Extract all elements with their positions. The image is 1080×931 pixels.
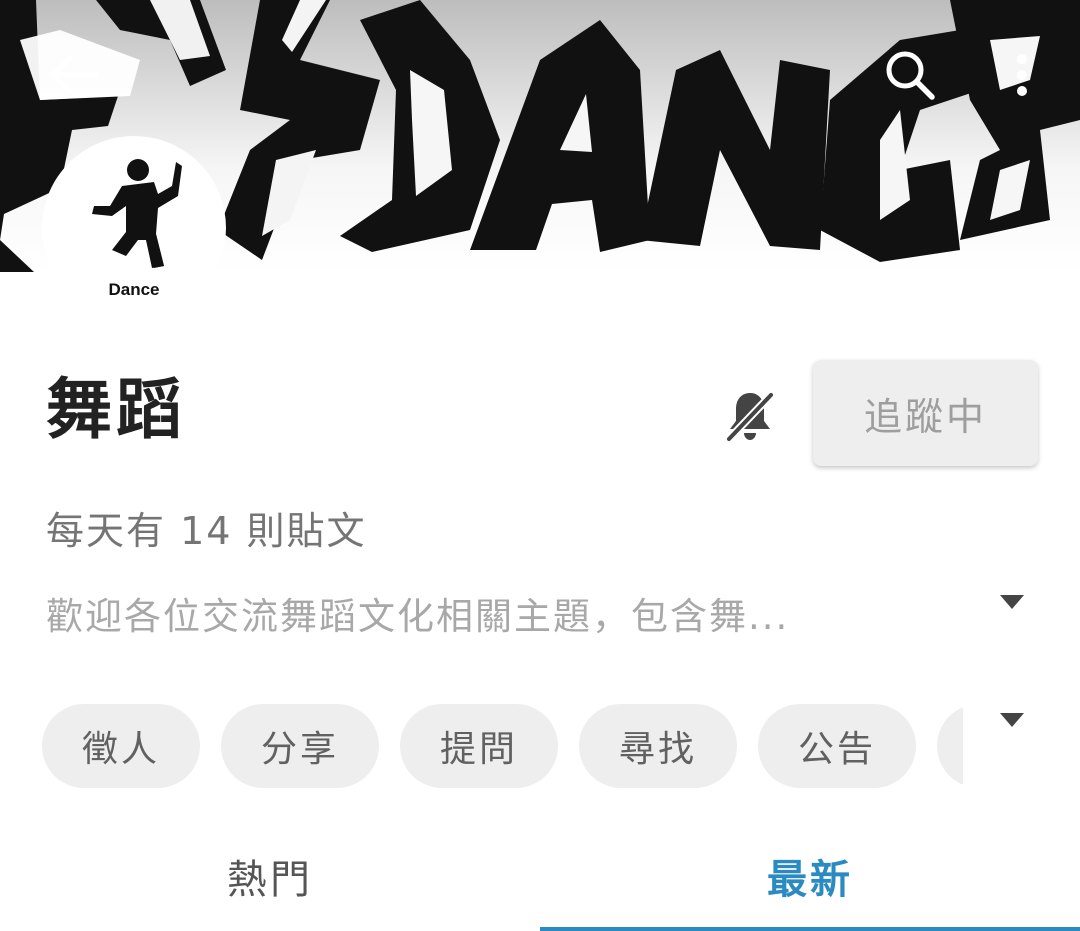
arrow-left-icon bbox=[50, 55, 99, 95]
board-title: 舞蹈 bbox=[46, 371, 186, 448]
search-button[interactable] bbox=[872, 40, 948, 110]
active-tab-indicator bbox=[540, 927, 1080, 931]
board-avatar: Dance bbox=[42, 136, 226, 320]
search-icon bbox=[886, 51, 935, 100]
expand-tags-icon[interactable] bbox=[999, 712, 1025, 728]
more-options-button[interactable] bbox=[994, 40, 1050, 110]
tag-chip[interactable]: 提問 bbox=[400, 704, 558, 788]
tag-chip[interactable] bbox=[937, 704, 963, 788]
notification-toggle-button[interactable] bbox=[718, 384, 782, 448]
expand-description-icon[interactable] bbox=[999, 594, 1025, 610]
tag-chip[interactable]: 公告 bbox=[758, 704, 916, 788]
back-button[interactable] bbox=[36, 40, 112, 110]
topic-tags-row: 徵人 分享 提問 尋找 公告 bbox=[42, 704, 963, 788]
following-button[interactable]: 追蹤中 bbox=[813, 360, 1038, 466]
sort-tabs: 熱門 最新 bbox=[0, 820, 1080, 931]
tag-chip[interactable]: 徵人 bbox=[42, 704, 200, 788]
more-vert-icon bbox=[1017, 54, 1027, 96]
tag-chip[interactable]: 尋找 bbox=[579, 704, 737, 788]
post-rate-text: 每天有 14 則貼文 bbox=[46, 509, 367, 553]
tab-new[interactable]: 最新 bbox=[540, 820, 1080, 931]
bell-off-icon bbox=[725, 391, 775, 443]
tab-hot[interactable]: 熱門 bbox=[0, 820, 540, 931]
tag-chip[interactable]: 分享 bbox=[221, 704, 379, 788]
avatar-caption: Dance bbox=[108, 280, 160, 299]
board-description: 歡迎各位交流舞蹈文化相關主題，包含舞... bbox=[46, 595, 790, 638]
